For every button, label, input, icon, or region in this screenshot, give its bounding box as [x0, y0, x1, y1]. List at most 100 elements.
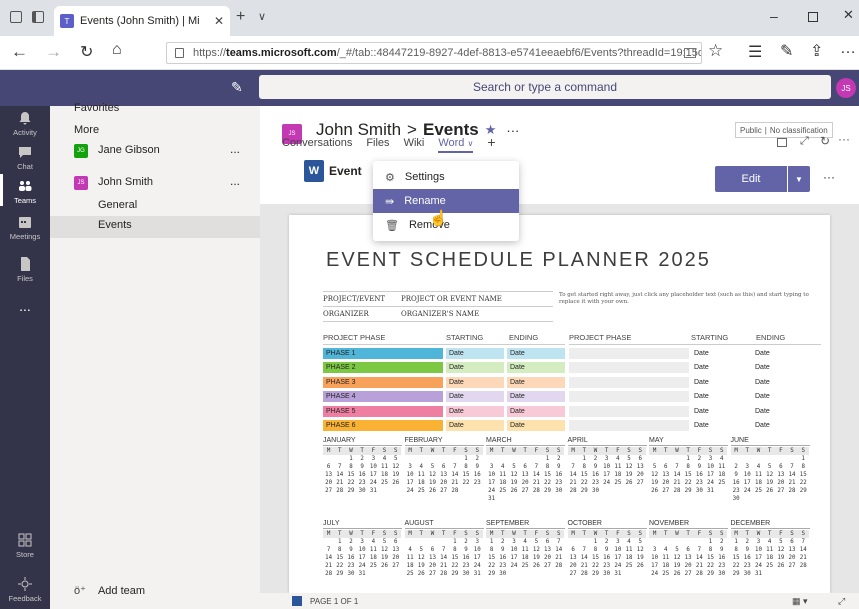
channel-item-events[interactable]: Events	[50, 216, 260, 238]
channel-item-general[interactable]: General	[50, 194, 260, 216]
url-field[interactable]: https://teams.microsoft.com/_#/tab::4844…	[166, 42, 702, 64]
rail-files[interactable]: Files	[0, 256, 50, 283]
pen-icon[interactable]: ✎	[780, 41, 793, 61]
phase-name-blank[interactable]	[569, 405, 689, 417]
phase-end-date[interactable]: Date	[507, 391, 565, 403]
reading-view-icon[interactable]	[684, 48, 696, 58]
tab-conversations[interactable]: Conversations	[282, 137, 352, 153]
phase-name[interactable]: PHASE 1	[323, 348, 443, 359]
conversation-icon[interactable]	[777, 138, 787, 147]
tab-word[interactable]: Word ∨	[438, 137, 474, 153]
phase-name-blank[interactable]	[569, 348, 689, 359]
phase-start-date[interactable]: Date	[446, 362, 504, 374]
add-tab-icon[interactable]: +	[487, 135, 495, 153]
tab-list-icon[interactable]: ∨	[258, 10, 266, 23]
phase-end-date[interactable]: Date	[752, 376, 812, 388]
phase-start-date[interactable]: Date	[446, 391, 504, 403]
team-more-icon[interactable]: ...	[230, 142, 240, 156]
favorites-list-icon[interactable]: ☰	[748, 42, 762, 62]
team-item-jane-gibson[interactable]: JG Jane Gibson ...	[50, 140, 260, 162]
rail-teams[interactable]: Teams	[0, 174, 50, 206]
tab-files[interactable]: Files	[366, 137, 389, 153]
reload-tab-icon[interactable]: ↻	[820, 134, 830, 148]
share-icon[interactable]: ⇪	[810, 41, 823, 61]
calendar-day: 25	[614, 480, 622, 486]
phase-end-date[interactable]: Date	[752, 405, 812, 417]
phase-start-date[interactable]: Date	[691, 405, 751, 417]
phase-end-date[interactable]: Date	[507, 420, 565, 431]
popout-icon[interactable]: ⤢	[800, 135, 809, 148]
team-item-john-smith[interactable]: JS John Smith ...	[50, 172, 260, 194]
word-more-icon[interactable]: ···	[823, 170, 835, 184]
rail-activity[interactable]: Activity	[0, 110, 50, 137]
weekday-label: T	[741, 447, 753, 455]
tab-actions-icon[interactable]	[10, 11, 22, 23]
rail-feedback[interactable]: Feedback	[0, 576, 50, 603]
phase-start-date[interactable]: Date	[446, 405, 504, 417]
favorites-heading[interactable]: Favorites	[74, 102, 119, 114]
phase-name[interactable]: PHASE 4	[323, 391, 443, 403]
back-icon[interactable]: ←	[11, 42, 28, 62]
close-window-icon[interactable]: ✕	[843, 7, 854, 23]
more-browser-icon[interactable]: …	[840, 40, 856, 58]
rail-store[interactable]: Store	[0, 532, 50, 559]
tab-wiki[interactable]: Wiki	[404, 137, 425, 153]
month-name: MAY	[649, 437, 728, 446]
field-label: ORGANIZER	[323, 310, 369, 318]
phase-start-date[interactable]: Date	[446, 420, 504, 431]
phase-name-blank[interactable]	[569, 420, 689, 431]
field-value[interactable]: ORGANIZER'S NAME	[401, 310, 479, 318]
phase-start-date[interactable]: Date	[446, 376, 504, 388]
favorite-star-icon[interactable]: ☆	[708, 41, 723, 61]
refresh-icon[interactable]: ↻	[80, 42, 93, 62]
phase-name[interactable]: PHASE 5	[323, 405, 443, 417]
phase-name[interactable]: PHASE 6	[323, 420, 443, 431]
close-tab-icon[interactable]: ✕	[214, 14, 224, 28]
phase-start-date[interactable]: Date	[446, 348, 504, 359]
more-heading[interactable]: More	[74, 124, 99, 136]
phase-end-date[interactable]: Date	[507, 376, 565, 388]
tab-more-icon[interactable]: ···	[838, 132, 850, 146]
phase-name[interactable]: PHASE 2	[323, 362, 443, 374]
team-more-icon[interactable]: ...	[230, 174, 240, 188]
browser-tab[interactable]: T Events (John Smith) | Mi ✕	[54, 6, 230, 36]
weekday-label: S	[390, 530, 402, 538]
phase-end-date[interactable]: Date	[507, 405, 565, 417]
rail-more[interactable]: ...	[0, 298, 50, 314]
phase-start-date[interactable]: Date	[691, 348, 751, 359]
channel-more-icon[interactable]: ···	[506, 123, 519, 138]
minimize-icon[interactable]: –	[770, 8, 778, 24]
add-team-button[interactable]: ö⁺ Add team	[74, 584, 145, 598]
compose-icon[interactable]: ✎	[231, 79, 243, 96]
phase-end-date[interactable]: Date	[752, 362, 812, 374]
calendar-day: 30	[732, 496, 740, 502]
edit-button[interactable]: Edit	[715, 166, 787, 192]
phase-end-date[interactable]: Date	[752, 420, 812, 431]
phase-end-date[interactable]: Date	[507, 362, 565, 374]
phase-end-date[interactable]: Date	[752, 391, 812, 403]
view-mode-icon[interactable]: ▦ ▾	[792, 596, 808, 607]
menu-item-settings[interactable]: ⚙ Settings	[373, 165, 519, 189]
forward-icon[interactable]: →	[45, 42, 62, 62]
field-value[interactable]: PROJECT OR EVENT NAME	[401, 295, 502, 303]
user-avatar[interactable]: JS	[836, 78, 856, 98]
phase-end-date[interactable]: Date	[507, 348, 565, 359]
new-tab-icon[interactable]: +	[236, 8, 245, 26]
phase-name-blank[interactable]	[569, 391, 689, 403]
phase-start-date[interactable]: Date	[691, 362, 751, 374]
phase-start-date[interactable]: Date	[691, 391, 751, 403]
phase-start-date[interactable]: Date	[691, 376, 751, 388]
phase-name[interactable]: PHASE 3	[323, 376, 443, 388]
search-input[interactable]: Search or type a command	[259, 75, 831, 99]
set-aside-tabs-icon[interactable]	[32, 11, 44, 23]
rail-chat[interactable]: Chat	[0, 144, 50, 171]
phase-end-date[interactable]: Date	[752, 348, 812, 359]
edit-dropdown-icon[interactable]: ▼	[788, 166, 810, 192]
phase-start-date[interactable]: Date	[691, 420, 751, 431]
maximize-icon[interactable]	[808, 12, 818, 22]
home-icon[interactable]: ⌂	[112, 41, 122, 59]
phase-name-blank[interactable]	[569, 362, 689, 374]
fullscreen-icon[interactable]: ⤢	[838, 596, 845, 607]
rail-meetings[interactable]: Meetings	[0, 214, 50, 241]
phase-name-blank[interactable]	[569, 376, 689, 388]
